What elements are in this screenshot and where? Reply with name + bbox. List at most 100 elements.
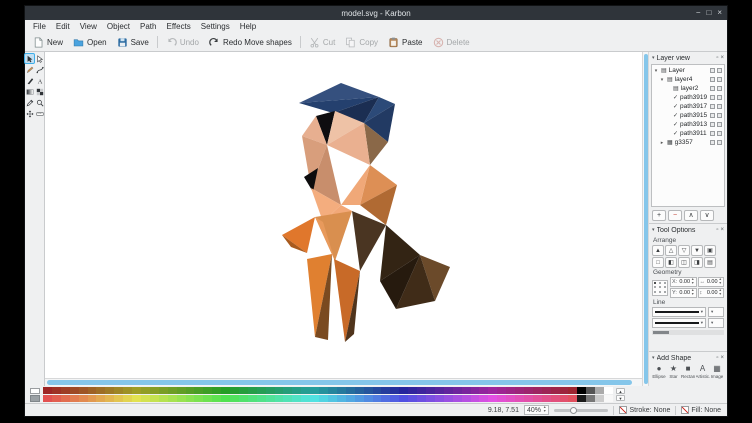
lock-toggle[interactable] <box>717 131 722 136</box>
add-shape-header[interactable]: ▾ Add Shape ▫× <box>649 352 727 364</box>
color-swatch[interactable] <box>70 395 79 402</box>
color-swatch[interactable] <box>417 387 426 394</box>
color-swatch[interactable] <box>542 395 551 402</box>
color-swatch[interactable] <box>346 395 355 402</box>
send-to-back-button[interactable]: ▼ <box>691 245 703 256</box>
lock-toggle[interactable] <box>717 68 722 73</box>
menu-effects[interactable]: Effects <box>161 22 195 31</box>
color-swatch[interactable] <box>497 387 506 394</box>
color-swatch[interactable] <box>61 387 70 394</box>
color-swatch[interactable] <box>230 387 239 394</box>
zoom-slider[interactable] <box>554 409 608 412</box>
color-swatch[interactable] <box>150 387 159 394</box>
color-swatch[interactable] <box>292 395 301 402</box>
color-swatch[interactable] <box>230 395 239 402</box>
color-swatch[interactable] <box>203 395 212 402</box>
zoom-spin-arrows[interactable]: ▲▼ <box>543 406 546 413</box>
redo-move-shapes-button[interactable]: Redo Move shapes <box>205 35 296 50</box>
add-artistic-button[interactable]: AArtistic... <box>696 364 710 379</box>
raise-button[interactable]: △ <box>665 245 677 256</box>
visibility-toggle[interactable] <box>710 68 715 73</box>
color-swatch[interactable] <box>239 395 248 402</box>
color-swatch[interactable] <box>221 395 230 402</box>
color-swatch[interactable] <box>373 387 382 394</box>
picker-tool-button[interactable] <box>25 98 34 107</box>
color-swatch[interactable] <box>524 387 533 394</box>
color-swatch[interactable] <box>266 387 275 394</box>
distribute-button[interactable]: ▤ <box>704 257 716 268</box>
color-swatch[interactable] <box>533 395 542 402</box>
color-swatch[interactable] <box>319 387 328 394</box>
pencil-tool-button[interactable] <box>25 65 34 74</box>
visibility-toggle[interactable] <box>710 77 715 82</box>
ungroup-button[interactable]: □ <box>652 257 664 268</box>
menu-edit[interactable]: Edit <box>51 22 75 31</box>
color-swatch[interactable] <box>96 387 105 394</box>
color-swatch[interactable] <box>123 387 132 394</box>
add-layer-button[interactable]: + <box>652 210 666 221</box>
artwork-polygon[interactable] <box>315 211 352 261</box>
new-button[interactable]: New <box>29 35 67 50</box>
color-swatch[interactable] <box>435 387 444 394</box>
color-swatch[interactable] <box>568 387 577 394</box>
layer-row[interactable]: ✓path3919 <box>652 93 724 102</box>
color-swatch[interactable] <box>346 387 355 394</box>
color-swatch[interactable] <box>319 395 328 402</box>
lock-toggle[interactable] <box>717 77 722 82</box>
spin-arrows[interactable]: ▲▼ <box>719 278 722 285</box>
layer-row[interactable]: ✓path3911 <box>652 129 724 138</box>
color-swatch[interactable] <box>390 395 399 402</box>
visibility-toggle[interactable] <box>710 131 715 136</box>
color-swatch[interactable] <box>141 395 150 402</box>
align-center-button[interactable]: ◫ <box>678 257 690 268</box>
color-swatch[interactable] <box>568 395 577 402</box>
horizontal-scrollbar[interactable] <box>45 378 642 386</box>
color-swatch[interactable] <box>310 387 319 394</box>
color-swatch[interactable] <box>239 387 248 394</box>
layer-row[interactable]: ▸▦g3357 <box>652 138 724 147</box>
color-swatch[interactable] <box>355 395 364 402</box>
collapse-icon[interactable]: ▾ <box>652 355 655 361</box>
color-swatch[interactable] <box>560 387 569 394</box>
close-button[interactable]: × <box>717 9 722 17</box>
line-width-combo[interactable]: ▾ <box>652 318 706 328</box>
close-docker-button[interactable]: × <box>720 355 724 361</box>
position-anchor-selector[interactable] <box>652 280 668 296</box>
tool-options-scrollbar-thumb[interactable] <box>653 331 669 334</box>
color-swatch[interactable] <box>328 395 337 402</box>
color-swatch[interactable] <box>560 395 569 402</box>
color-swatch[interactable] <box>105 387 114 394</box>
spin-arrows[interactable]: ▲▼ <box>691 289 694 296</box>
height-field[interactable]: ↕ 0.00 ▲▼ <box>698 288 725 298</box>
lower-layer-button[interactable]: ∨ <box>700 210 714 221</box>
color-swatch[interactable] <box>381 387 390 394</box>
spin-arrows[interactable]: ▲▼ <box>691 278 694 285</box>
color-swatch[interactable] <box>114 387 123 394</box>
group-button[interactable]: ▣ <box>704 245 716 256</box>
fill-indicator[interactable]: Fill: None <box>681 406 721 414</box>
select-tool-button[interactable] <box>25 54 34 63</box>
color-swatch[interactable] <box>61 395 70 402</box>
color-swatch[interactable] <box>471 395 480 402</box>
color-swatch[interactable] <box>301 395 310 402</box>
color-swatch[interactable] <box>88 387 97 394</box>
zoom-tool-button[interactable] <box>35 98 44 107</box>
collapse-icon[interactable]: ▾ <box>652 227 655 233</box>
color-swatch[interactable] <box>390 387 399 394</box>
color-swatch[interactable] <box>168 387 177 394</box>
width-field[interactable]: ↔ 0.00 ▲▼ <box>698 277 725 287</box>
calligraphy-tool-button[interactable] <box>25 76 34 85</box>
color-swatch[interactable] <box>79 387 88 394</box>
color-swatch[interactable] <box>577 395 586 402</box>
layer-view-header[interactable]: ▾ Layer view ▫× <box>649 52 727 64</box>
color-swatch[interactable] <box>194 395 203 402</box>
add-image-button[interactable]: ▦Image <box>710 364 724 379</box>
color-swatch[interactable] <box>453 387 462 394</box>
layer-row[interactable]: ✓path3917 <box>652 102 724 111</box>
line-style-combo[interactable]: ▾ <box>652 307 706 317</box>
color-swatch[interactable] <box>114 395 123 402</box>
layer-row[interactable]: ✓path3915 <box>652 111 724 120</box>
lock-toggle[interactable] <box>717 86 722 91</box>
menu-file[interactable]: File <box>28 22 51 31</box>
canvas[interactable] <box>45 52 642 378</box>
